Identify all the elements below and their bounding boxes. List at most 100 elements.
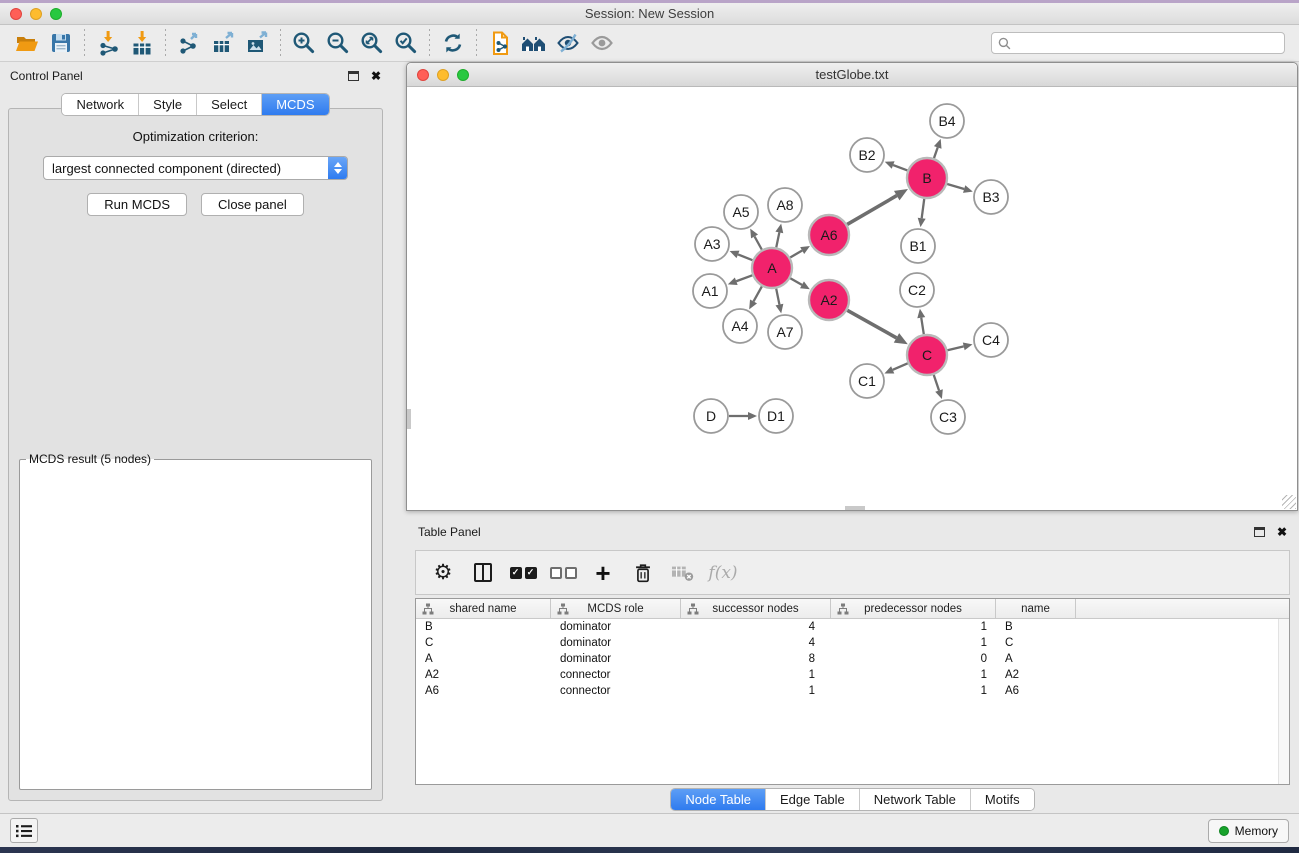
graph-node-A[interactable]: A: [752, 248, 792, 288]
table-row-C[interactable]: Cdominator41C: [416, 635, 1289, 651]
network-canvas[interactable]: A A1 A2 A3 A4 A5 A6 A7 A8 B B1 B2 B3 B4 C C1 C2 C3 C4 D D1: [407, 87, 1297, 510]
save-session-button[interactable]: [44, 28, 78, 58]
graph-node-B3[interactable]: B3: [974, 180, 1008, 214]
table-row-A[interactable]: Adominator80A: [416, 651, 1289, 667]
graph-edge-A-A1[interactable]: [736, 275, 752, 281]
select-all-button[interactable]: ✓✓: [508, 557, 538, 589]
graph-node-A6[interactable]: A6: [809, 215, 849, 255]
graph-node-B4[interactable]: B4: [930, 104, 964, 138]
table-scrollbar[interactable]: [1278, 619, 1289, 784]
graph-node-A5[interactable]: A5: [724, 195, 758, 229]
graph-edge-A-A7[interactable]: [776, 289, 779, 305]
graph-edge-A-A4[interactable]: [754, 286, 762, 301]
float-panel-icon[interactable]: [348, 71, 359, 81]
search-input[interactable]: [1016, 36, 1278, 50]
tab-node-table[interactable]: Node Table: [671, 789, 766, 810]
graph-node-C4[interactable]: C4: [974, 323, 1008, 357]
graph-edge-A-A3[interactable]: [738, 254, 753, 260]
export-network-button[interactable]: [172, 28, 206, 58]
graph-edge-A2-C[interactable]: [847, 310, 896, 338]
graph-node-D[interactable]: D: [694, 399, 728, 433]
graph-node-C[interactable]: C: [907, 335, 947, 375]
column-header-successor-nodes[interactable]: successor nodes: [681, 599, 831, 618]
graph-edge-A-A8[interactable]: [776, 232, 779, 247]
search-field[interactable]: [991, 32, 1285, 54]
add-column-button[interactable]: +: [588, 557, 618, 589]
zoom-out-button[interactable]: [321, 28, 355, 58]
graph-edge-B-B3[interactable]: [947, 184, 964, 189]
graph-node-A3[interactable]: A3: [695, 227, 729, 261]
graph-node-A8[interactable]: A8: [768, 188, 802, 222]
graph-edge-C-C2[interactable]: [921, 318, 924, 335]
memory-button[interactable]: Memory: [1208, 819, 1289, 843]
graph-node-D1[interactable]: D1: [759, 399, 793, 433]
graph-edge-B-B4[interactable]: [934, 147, 938, 158]
optimization-criterion-dropdown[interactable]: largest connected component (directed): [43, 156, 348, 180]
splitter-handle-horizontal[interactable]: [845, 506, 865, 510]
graph-node-A2[interactable]: A2: [809, 280, 849, 320]
open-session-button[interactable]: [10, 28, 44, 58]
show-all-button[interactable]: [585, 28, 619, 58]
tab-style[interactable]: Style: [139, 94, 197, 115]
table-row-B[interactable]: Bdominator41B: [416, 619, 1289, 635]
graph-edge-C-C3[interactable]: [934, 375, 939, 391]
column-header-predecessor-nodes[interactable]: predecessor nodes: [831, 599, 996, 618]
checked-boxes-icon: ✓✓: [510, 567, 537, 579]
table-row-A2[interactable]: A2connector11A2: [416, 667, 1289, 683]
column-header-shared-name[interactable]: shared name: [416, 599, 551, 618]
graph-node-B1[interactable]: B1: [901, 229, 935, 263]
tab-edge-table[interactable]: Edge Table: [766, 789, 860, 810]
graph-edge-B-B2[interactable]: [893, 165, 907, 170]
graph-edge-A6-B[interactable]: [847, 196, 897, 225]
toolbar-separator: [165, 29, 166, 57]
tab-motifs[interactable]: Motifs: [971, 789, 1034, 810]
deselect-all-button[interactable]: [548, 557, 578, 589]
graph-node-B[interactable]: B: [907, 158, 947, 198]
resize-grip[interactable]: [1282, 495, 1296, 509]
show-columns-button[interactable]: [468, 557, 498, 589]
tab-mcds[interactable]: MCDS: [262, 94, 328, 115]
graph-node-C2[interactable]: C2: [900, 273, 934, 307]
list-icon: [16, 824, 32, 838]
delete-column-button[interactable]: [628, 557, 658, 589]
first-neighbors-button[interactable]: [517, 28, 551, 58]
graph-edge-A-A5[interactable]: [755, 236, 762, 249]
graph-node-A7[interactable]: A7: [768, 315, 802, 349]
table-float-panel-icon[interactable]: [1254, 527, 1265, 537]
graph-edge-A-A6[interactable]: [790, 251, 802, 258]
splitter-handle-vertical[interactable]: [407, 409, 411, 429]
column-header-mcds-role[interactable]: MCDS role: [551, 599, 681, 618]
graph-edge-C-C4[interactable]: [947, 346, 963, 350]
export-image-button[interactable]: [240, 28, 274, 58]
graph-node-C1[interactable]: C1: [850, 364, 884, 398]
close-panel-icon[interactable]: ✖: [371, 71, 381, 81]
zoom-selected-button[interactable]: [389, 28, 423, 58]
close-panel-button[interactable]: Close panel: [201, 193, 304, 216]
tab-network[interactable]: Network: [62, 94, 139, 115]
graph-node-C3[interactable]: C3: [931, 400, 965, 434]
graph-node-A4[interactable]: A4: [723, 309, 757, 343]
graph-edge-C-C1[interactable]: [893, 363, 908, 370]
graph-edge-A-A2[interactable]: [790, 278, 802, 285]
tab-select[interactable]: Select: [197, 94, 262, 115]
zoom-in-button[interactable]: [287, 28, 321, 58]
control-panel-titlebar: Control Panel ✖: [0, 62, 391, 90]
import-network-button[interactable]: [91, 28, 125, 58]
graph-edge-B-B1[interactable]: [922, 199, 925, 218]
task-history-button[interactable]: [10, 818, 38, 843]
table-settings-button[interactable]: ⚙: [428, 557, 458, 589]
graph-node-A1[interactable]: A1: [693, 274, 727, 308]
table-row-A6[interactable]: A6connector11A6: [416, 683, 1289, 699]
hide-selected-button[interactable]: [551, 28, 585, 58]
new-network-from-selection-button[interactable]: [483, 28, 517, 58]
table-close-panel-icon[interactable]: ✖: [1277, 527, 1287, 537]
import-table-button[interactable]: [125, 28, 159, 58]
column-header-name[interactable]: name: [996, 599, 1076, 618]
tab-network-table[interactable]: Network Table: [860, 789, 971, 810]
zoom-fit-button[interactable]: [355, 28, 389, 58]
graph-node-B2[interactable]: B2: [850, 138, 884, 172]
apply-layout-button[interactable]: [436, 28, 470, 58]
export-table-button[interactable]: [206, 28, 240, 58]
export-table-icon: [210, 30, 236, 56]
run-mcds-button[interactable]: Run MCDS: [87, 193, 187, 216]
